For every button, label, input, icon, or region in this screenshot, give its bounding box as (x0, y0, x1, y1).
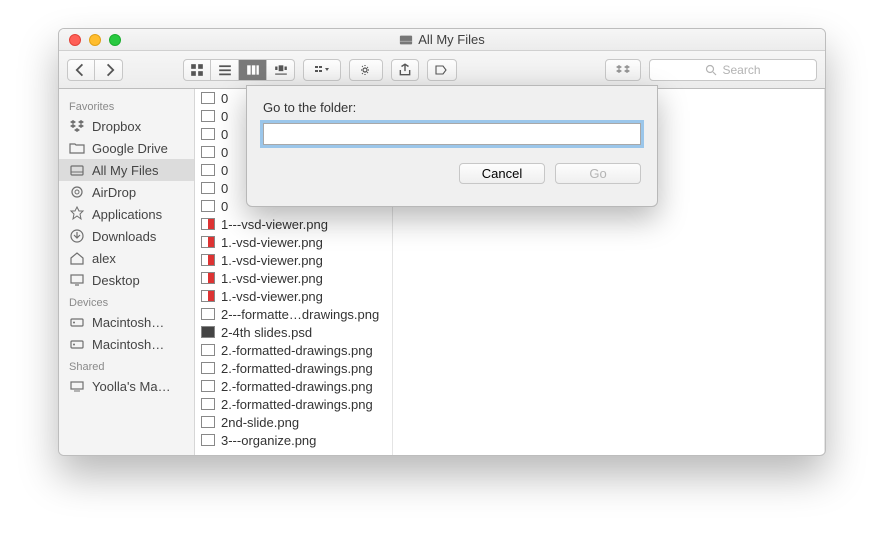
titlebar[interactable]: All My Files (59, 29, 825, 51)
tags-button[interactable] (427, 59, 457, 81)
gear-icon (359, 63, 373, 77)
go-button[interactable]: Go (555, 163, 641, 184)
dropbox-icon (616, 63, 630, 77)
sidebar-header-favorites: Favorites (59, 95, 194, 115)
view-mode-group (183, 59, 295, 81)
minimize-window-button[interactable] (89, 34, 101, 46)
share-icon (398, 63, 412, 77)
sidebar-header-devices: Devices (59, 291, 194, 311)
folder-path-input[interactable] (263, 123, 641, 145)
applications-icon (69, 206, 85, 222)
sidebar-item-home[interactable]: alex (59, 247, 194, 269)
sidebar-item-google-drive[interactable]: Google Drive (59, 137, 194, 159)
dropbox-toolbar-button[interactable] (605, 59, 641, 81)
downloads-icon (69, 228, 85, 244)
file-row[interactable]: 2.-formatted-drawings.png (195, 395, 392, 413)
sidebar-item-disk[interactable]: Macintosh… (59, 333, 194, 355)
file-row[interactable]: 2-4th slides.psd (195, 323, 392, 341)
sidebar-item-desktop[interactable]: Desktop (59, 269, 194, 291)
folder-icon (69, 140, 85, 156)
zoom-window-button[interactable] (109, 34, 121, 46)
sidebar-item-airdrop[interactable]: AirDrop (59, 181, 194, 203)
forward-button[interactable] (95, 59, 123, 81)
disk-icon (69, 314, 85, 330)
tag-icon (435, 63, 449, 77)
file-row[interactable]: 1---vsd-viewer.png (195, 215, 392, 233)
window-title: All My Files (59, 32, 825, 47)
back-button[interactable] (67, 59, 95, 81)
coverflow-view-button[interactable] (267, 59, 295, 81)
file-row[interactable]: 3---organize.png (195, 431, 392, 449)
all-my-files-icon (399, 33, 413, 47)
sidebar-item-downloads[interactable]: Downloads (59, 225, 194, 247)
sidebar-item-applications[interactable]: Applications (59, 203, 194, 225)
toolbar: Search (59, 51, 825, 89)
nav-buttons (67, 59, 123, 81)
file-row[interactable]: 2.-formatted-drawings.png (195, 359, 392, 377)
arrange-button[interactable] (303, 59, 341, 81)
search-icon (705, 64, 717, 76)
home-icon (69, 250, 85, 266)
column-view-button[interactable] (239, 59, 267, 81)
list-view-button[interactable] (211, 59, 239, 81)
dialog-label: Go to the folder: (263, 100, 641, 115)
airdrop-icon (69, 184, 85, 200)
share-button[interactable] (391, 59, 419, 81)
file-row[interactable]: 1.-vsd-viewer.png (195, 233, 392, 251)
all-my-files-icon (69, 162, 85, 178)
search-field[interactable]: Search (649, 59, 817, 81)
file-row[interactable]: 2.-formatted-drawings.png (195, 341, 392, 359)
file-row[interactable]: 2---formatte…drawings.png (195, 305, 392, 323)
action-button[interactable] (349, 59, 383, 81)
file-row[interactable]: 1.-vsd-viewer.png (195, 287, 392, 305)
desktop-icon (69, 272, 85, 288)
icon-view-button[interactable] (183, 59, 211, 81)
sidebar-item-disk[interactable]: Macintosh… (59, 311, 194, 333)
file-row[interactable]: 1.-vsd-viewer.png (195, 269, 392, 287)
computer-icon (69, 378, 85, 394)
cancel-button[interactable]: Cancel (459, 163, 545, 184)
disk-icon (69, 336, 85, 352)
go-to-folder-dialog: Go to the folder: Cancel Go (246, 85, 658, 207)
close-window-button[interactable] (69, 34, 81, 46)
dropbox-icon (69, 118, 85, 134)
traffic-lights (59, 34, 121, 46)
file-row[interactable]: 2nd-slide.png (195, 413, 392, 431)
sidebar-header-shared: Shared (59, 355, 194, 375)
sidebar-item-all-my-files[interactable]: All My Files (59, 159, 194, 181)
sidebar-item-shared-computer[interactable]: Yoolla's Ma… (59, 375, 194, 397)
sidebar: Favorites Dropbox Google Drive All My Fi… (59, 89, 195, 455)
sidebar-item-dropbox[interactable]: Dropbox (59, 115, 194, 137)
file-row[interactable]: 2.-formatted-drawings.png (195, 377, 392, 395)
file-row[interactable]: 1.-vsd-viewer.png (195, 251, 392, 269)
